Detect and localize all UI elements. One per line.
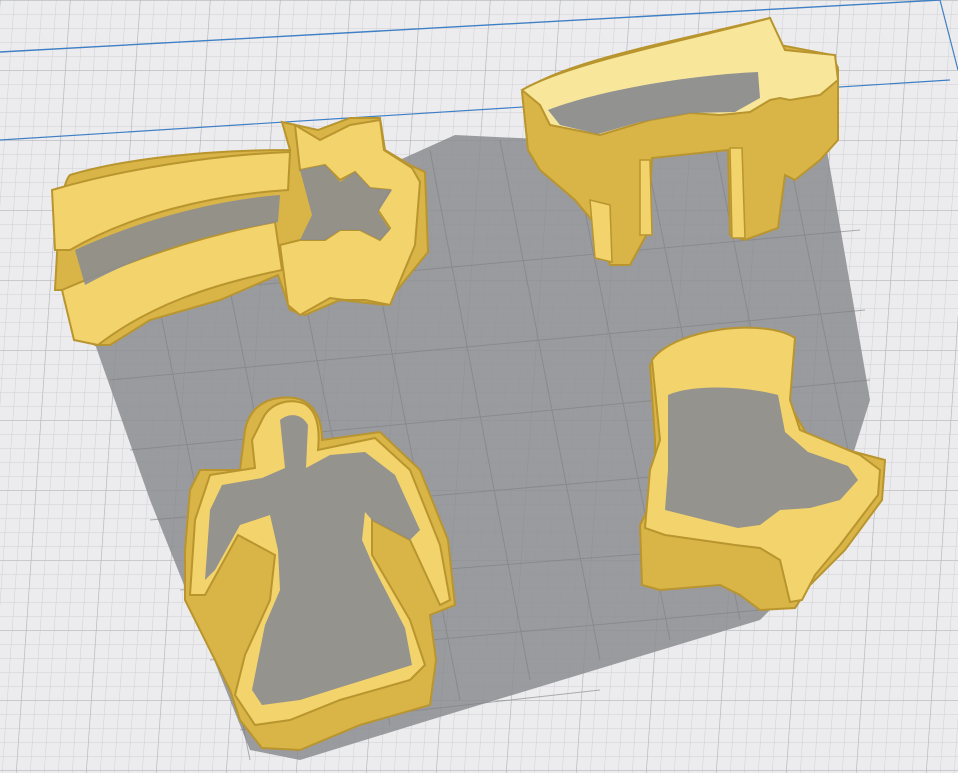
build-plate-scene[interactable] bbox=[0, 0, 958, 773]
3d-viewport[interactable] bbox=[0, 0, 958, 773]
